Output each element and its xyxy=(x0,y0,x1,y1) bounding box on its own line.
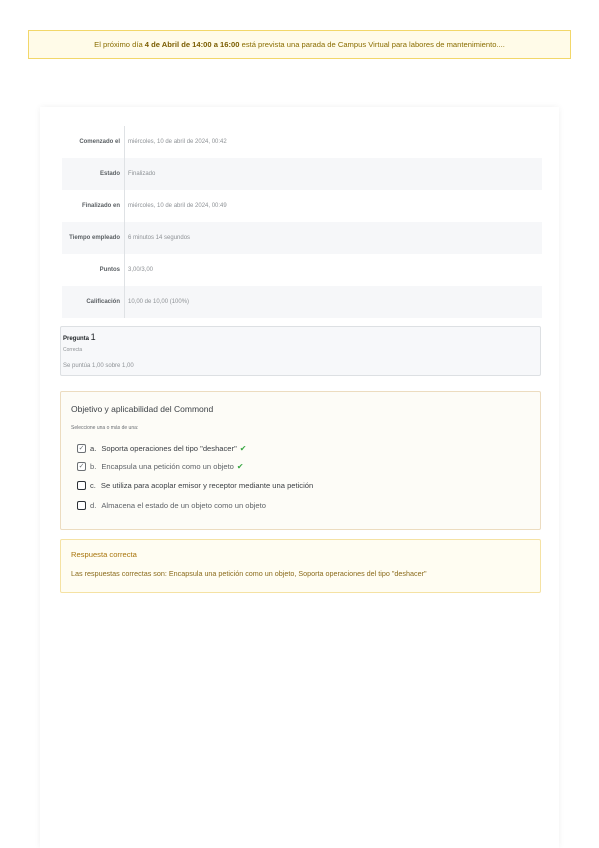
attempt-summary-table: Comenzado el miércoles, 10 de abril de 2… xyxy=(62,126,542,318)
checkbox-checked[interactable]: ✓ xyxy=(77,461,86,471)
question-text: Objetivo y aplicabilidad del Commond xyxy=(71,404,214,414)
answer-option-b[interactable]: ✓ b. Encapsula una petición como un obje… xyxy=(77,460,244,472)
summary-value: 10,00 de 10,00 (100%) xyxy=(124,286,189,318)
option-letter: c. xyxy=(90,480,96,490)
summary-label: Calificación xyxy=(86,299,120,305)
question-info-box: Pregunta 1 Correcta Se puntúa 1,00 sobre… xyxy=(60,326,541,376)
answer-option-d[interactable]: d. Almacena el estado de un objeto como … xyxy=(77,499,266,511)
green-tick-icon: ✔ xyxy=(239,443,247,453)
feedback-correct-answers: Las respuestas correctas son: Encapsula … xyxy=(71,569,427,578)
option-text: Soporta operaciones del tipo "deshacer" xyxy=(101,443,237,453)
question-title: Pregunta 1 xyxy=(63,332,96,342)
option-letter: b. xyxy=(90,461,97,471)
summary-label: Tiempo empleado xyxy=(69,235,120,241)
summary-value: miércoles, 10 de abril de 2024, 00:49 xyxy=(124,190,227,222)
question-number: 1 xyxy=(90,332,96,342)
summary-row-state: Estado Finalizado xyxy=(62,158,542,190)
option-text: Almacena el estado de un objeto como un … xyxy=(101,500,266,510)
summary-value: Finalizado xyxy=(124,158,155,190)
notice-text-post: está prevista una parada de Campus Virtu… xyxy=(239,40,505,49)
question-grade: Se puntúa 1,00 sobre 1,00 xyxy=(63,363,134,369)
summary-label: Puntos xyxy=(99,267,120,273)
summary-value: miércoles, 10 de abril de 2024, 00:42 xyxy=(124,126,227,158)
maintenance-notice: El próximo día 4 de Abril de 14:00 a 16:… xyxy=(28,30,571,59)
option-letter: a. xyxy=(90,443,97,453)
checkbox-unchecked[interactable] xyxy=(77,500,86,510)
checkbox-unchecked[interactable] xyxy=(77,480,86,490)
checkbox-checked[interactable]: ✓ xyxy=(77,443,86,453)
notice-text-pre: El próximo día xyxy=(94,40,145,49)
summary-value: 3,00/3,00 xyxy=(124,254,153,286)
question-title-prefix: Pregunta xyxy=(63,336,91,342)
check-icon: ✓ xyxy=(78,462,85,470)
green-tick-icon: ✔ xyxy=(236,461,244,471)
summary-label: Comenzado el xyxy=(79,139,120,145)
option-text: Se utiliza para acoplar emisor y recepto… xyxy=(100,480,314,490)
check-icon: ✓ xyxy=(78,444,85,452)
option-text: Encapsula una petición como un objeto xyxy=(101,461,234,471)
feedback-box: Respuesta correcta Las respuestas correc… xyxy=(60,539,541,593)
question-content: Objetivo y aplicabilidad del Commond Sel… xyxy=(60,391,541,530)
notice-text-bold: 4 de Abril de 14:00 a 16:00 xyxy=(144,40,240,49)
summary-label: Estado xyxy=(99,171,120,177)
summary-row-finished: Finalizado en miércoles, 10 de abril de … xyxy=(62,190,542,222)
summary-row-points: Puntos 3,00/3,00 xyxy=(62,254,542,286)
answer-option-c[interactable]: c. Se utiliza para acoplar emisor y rece… xyxy=(77,479,313,491)
question-state: Correcta xyxy=(63,347,83,353)
answer-prompt: Seleccione una o más de una: xyxy=(71,425,139,431)
option-letter: d. xyxy=(90,500,97,510)
summary-value: 6 minutos 14 segundos xyxy=(124,222,190,254)
summary-label: Finalizado en xyxy=(81,203,120,209)
answer-option-a[interactable]: ✓ a. Soporta operaciones del tipo "desha… xyxy=(77,442,246,454)
summary-row-started: Comenzado el miércoles, 10 de abril de 2… xyxy=(62,126,542,158)
summary-row-time: Tiempo empleado 6 minutos 14 segundos xyxy=(62,222,542,254)
summary-row-grade: Calificación 10,00 de 10,00 (100%) xyxy=(62,286,542,318)
feedback-status: Respuesta correcta xyxy=(71,550,137,559)
